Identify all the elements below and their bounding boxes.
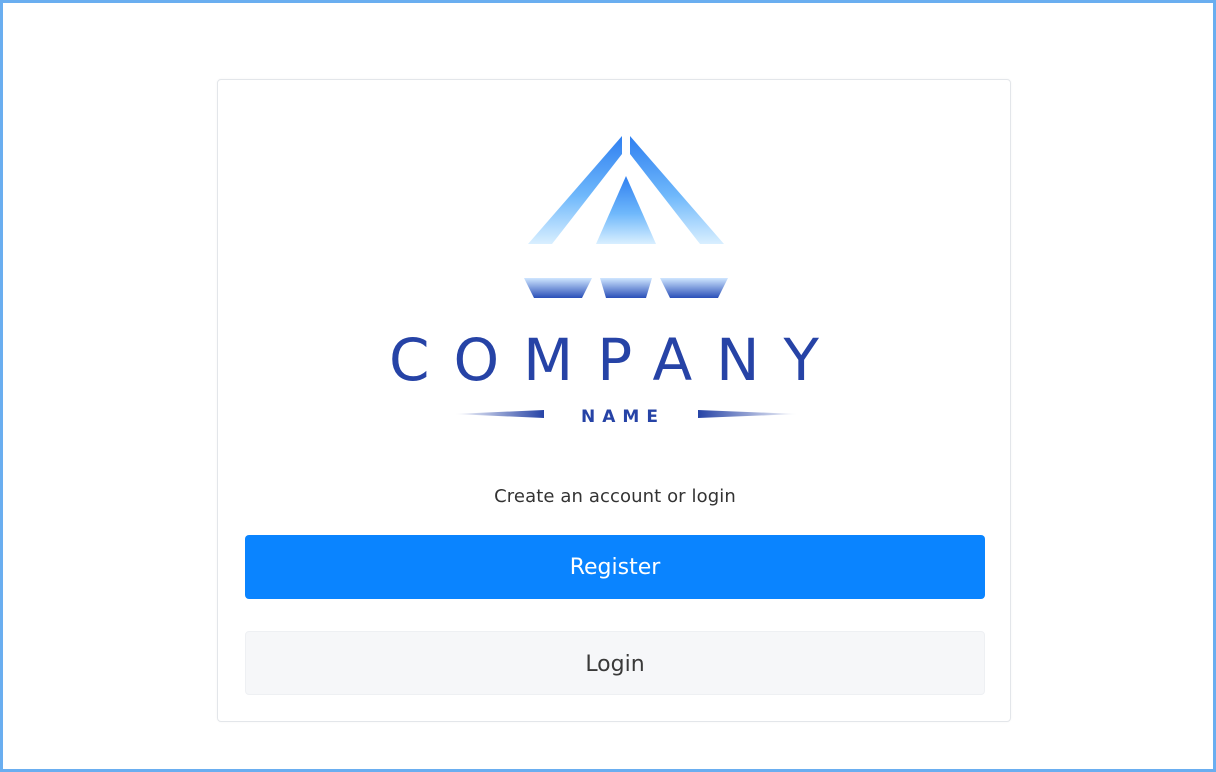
- company-logo: COMPANY NAME: [368, 132, 864, 432]
- logo-line-left: [454, 410, 544, 418]
- logo-name-text: NAME: [581, 407, 665, 427]
- logo-company-text: COMPANY: [389, 326, 843, 394]
- login-button[interactable]: Login: [245, 631, 985, 695]
- diamond-bottom-icon: [524, 278, 728, 298]
- logo-graphic: COMPANY NAME: [389, 136, 843, 427]
- logo-line-right: [698, 410, 798, 418]
- window-frame: COMPANY NAME Create an account or login …: [0, 0, 1216, 772]
- auth-card: COMPANY NAME Create an account or login …: [217, 79, 1011, 722]
- diamond-top-icon: [528, 136, 724, 244]
- register-button[interactable]: Register: [245, 535, 985, 599]
- auth-prompt: Create an account or login: [494, 486, 736, 507]
